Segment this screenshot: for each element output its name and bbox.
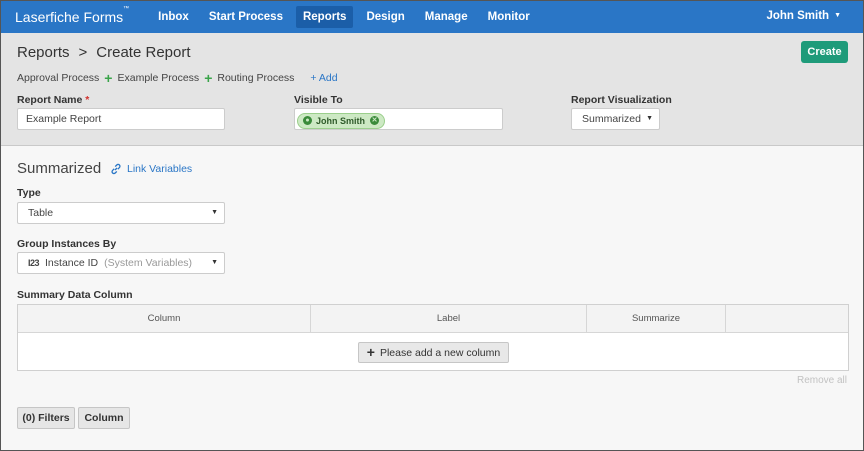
required-asterisk: *	[85, 94, 90, 106]
link-variables-link[interactable]: Link Variables	[110, 163, 192, 175]
remove-all-link[interactable]: Remove all	[797, 375, 847, 386]
report-name-label: Report Name *	[17, 94, 89, 106]
user-name: John Smith	[766, 10, 830, 22]
dropdown-arrow-icon: ▼	[646, 115, 653, 122]
user-chip: ● John Smith ✕	[297, 112, 385, 129]
column-header-summarize: Summarize	[587, 305, 726, 333]
visible-to-label: Visible To	[294, 94, 343, 106]
plus-icon: +	[104, 70, 113, 86]
nav-reports[interactable]: Reports	[295, 6, 354, 28]
user-chip-label: John Smith	[316, 115, 365, 126]
visualization-select[interactable]: Summarized ▼	[571, 108, 660, 130]
section-title: Summarized	[17, 160, 102, 177]
dropdown-arrow-icon: ▼	[211, 259, 218, 266]
group-by-value: Instance ID	[45, 257, 99, 269]
type-select[interactable]: Table ▼	[17, 202, 225, 224]
nav-manage[interactable]: Manage	[418, 6, 475, 28]
brand-logo[interactable]: Laserfiche Forms™	[15, 6, 130, 25]
visualization-value: Summarized	[582, 113, 641, 125]
brand-name: Laserfiche Forms	[15, 9, 124, 25]
visualization-label: Report Visualization	[571, 94, 672, 106]
process-item: Approval Process	[17, 72, 100, 84]
caret-down-icon: ▼	[834, 12, 841, 20]
add-column-label: Please add a new column	[379, 347, 501, 359]
report-name-label-text: Report Name	[17, 94, 83, 106]
group-by-select[interactable]: I23 Instance ID (System Variables) ▼	[17, 252, 225, 274]
column-header-actions	[726, 305, 848, 333]
group-by-hint: (System Variables)	[104, 257, 193, 269]
type-label: Type	[17, 187, 41, 199]
column-button[interactable]: Column	[78, 407, 130, 429]
column-header-column: Column	[18, 305, 311, 333]
user-icon: ●	[303, 116, 312, 125]
breadcrumb-separator: >	[78, 44, 88, 61]
summary-columns-table: Column Label Summarize + Please add a new…	[17, 304, 849, 371]
nav-start-process[interactable]: Start Process	[202, 6, 290, 28]
summary-data-column-label: Summary Data Column	[17, 289, 133, 301]
visible-to-input[interactable]: ● John Smith ✕	[294, 108, 503, 130]
type-value: Table	[28, 207, 54, 219]
plus-icon: +	[204, 70, 213, 86]
table-header: Column Label Summarize	[18, 305, 848, 333]
nav-monitor[interactable]: Monitor	[481, 6, 537, 28]
report-name-input[interactable]: Example Report	[17, 108, 225, 130]
nav-design[interactable]: Design	[359, 6, 411, 28]
plus-icon: +	[366, 344, 375, 360]
create-button[interactable]: Create	[801, 41, 848, 63]
user-menu[interactable]: John Smith ▼	[766, 10, 841, 22]
breadcrumb: Reports > Create Report	[17, 44, 191, 61]
top-navbar: Laserfiche Forms™ Inbox Start Process Re…	[1, 1, 863, 33]
number-type-icon: I23	[28, 258, 40, 268]
dropdown-arrow-icon: ▼	[211, 209, 218, 216]
breadcrumb-current: Create Report	[96, 44, 191, 61]
trademark-mark: ™	[123, 6, 130, 13]
process-item: Routing Process	[217, 72, 295, 84]
report-header-panel: Reports > Create Report Create Approval Pr…	[1, 33, 863, 146]
process-item: Example Process	[117, 72, 200, 84]
process-list: Approval Process + Example Process + Rou…	[17, 70, 338, 86]
add-process-link[interactable]: + Add	[310, 72, 337, 84]
link-icon	[111, 163, 121, 175]
link-variables-label: Link Variables	[127, 163, 193, 175]
filters-button[interactable]: (0) Filters	[17, 407, 75, 429]
nav-inbox[interactable]: Inbox	[151, 6, 196, 28]
remove-icon[interactable]: ✕	[370, 116, 379, 125]
add-column-button[interactable]: + Please add a new column	[358, 342, 509, 363]
column-header-label: Label	[311, 305, 587, 333]
breadcrumb-reports[interactable]: Reports	[17, 44, 70, 61]
group-by-label: Group Instances By	[17, 238, 117, 250]
